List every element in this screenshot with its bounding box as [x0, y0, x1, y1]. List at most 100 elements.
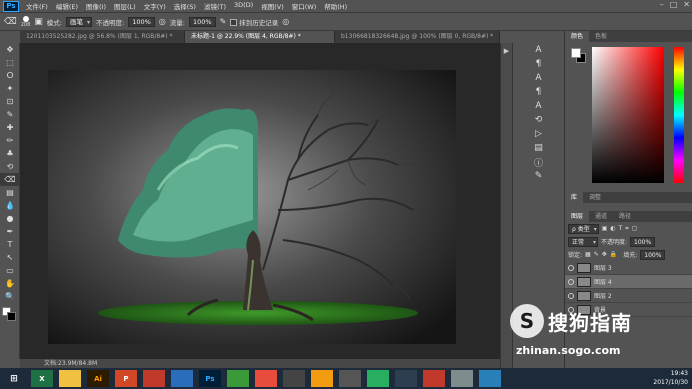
- layer-row[interactable]: 图层 2: [565, 289, 692, 303]
- taskbar-app-icon[interactable]: [283, 370, 305, 387]
- history-brush-tool-icon[interactable]: ⟲: [0, 160, 20, 173]
- paragraph-panel-icon[interactable]: ¶: [513, 57, 564, 71]
- path-select-tool-icon[interactable]: ↖: [0, 251, 20, 264]
- opacity-input[interactable]: 100%: [128, 16, 155, 27]
- start-button[interactable]: ⊞: [3, 370, 25, 387]
- tab-paths[interactable]: 路径: [613, 211, 637, 222]
- menu-item-2[interactable]: 图像(I): [82, 1, 110, 11]
- brush-panel-icon[interactable]: ▣: [34, 17, 43, 27]
- paragraph-style-icon[interactable]: ¶: [513, 85, 564, 99]
- character-style-icon[interactable]: A: [513, 71, 564, 85]
- clock[interactable]: 19:43 2017/10/30: [653, 369, 688, 387]
- color-picker-field[interactable]: [592, 47, 664, 183]
- taskbar-app-icon[interactable]: [227, 370, 249, 387]
- tab-adjustments[interactable]: 调整: [583, 192, 607, 203]
- taskbar-app-icon[interactable]: [339, 370, 361, 387]
- layer-row[interactable]: 图层 3: [565, 261, 692, 275]
- history-panel-icon[interactable]: ⟲: [513, 113, 564, 127]
- pressure-size-icon[interactable]: ◎: [282, 17, 289, 26]
- taskbar-app-icon[interactable]: [395, 370, 417, 387]
- eraser-tool-icon[interactable]: ⌫: [0, 173, 20, 186]
- shape-tool-icon[interactable]: ▭: [0, 264, 20, 277]
- blur-tool-icon[interactable]: 💧: [0, 199, 20, 212]
- taskbar-app-icon[interactable]: [451, 370, 473, 387]
- taskbar-app-icon[interactable]: [479, 370, 501, 387]
- taskbar-app-icon[interactable]: [367, 370, 389, 387]
- taskbar-app-icon[interactable]: [59, 370, 81, 387]
- move-tool-icon[interactable]: ✥: [0, 43, 20, 56]
- taskbar-app-icon[interactable]: [171, 370, 193, 387]
- document-tab[interactable]: b13066818326648.jpg @ 100% (图层 0, RGB/8#…: [335, 31, 500, 43]
- character-panel-icon[interactable]: A: [513, 43, 564, 57]
- marquee-tool-icon[interactable]: ⬚: [0, 56, 20, 69]
- menu-item-8[interactable]: 视图(V): [257, 1, 288, 11]
- hand-tool-icon[interactable]: ✋: [0, 277, 20, 290]
- layer-opacity-input[interactable]: 100%: [630, 236, 656, 247]
- taskbar-app-icon[interactable]: X: [31, 370, 53, 387]
- tab-color[interactable]: 颜色: [565, 31, 590, 42]
- quick-select-tool-icon[interactable]: ✦: [0, 82, 20, 95]
- type-tool-icon[interactable]: T: [0, 238, 20, 251]
- layer-row[interactable]: 图层 4: [565, 275, 692, 289]
- properties-panel-icon[interactable]: ▤: [513, 141, 564, 155]
- eyedropper-tool-icon[interactable]: ✎: [0, 108, 20, 121]
- document-size-info[interactable]: 文档:23.9M/84.8M: [44, 360, 97, 367]
- flow-input[interactable]: 100%: [188, 16, 216, 27]
- filter-icons[interactable]: ▣◐T⌗▢: [602, 225, 641, 233]
- document-canvas[interactable]: [48, 70, 456, 344]
- lasso-tool-icon[interactable]: ⵔ: [0, 69, 20, 82]
- zoom-tool-icon[interactable]: 🔍: [0, 290, 20, 303]
- menu-item-10[interactable]: 帮助(H): [320, 1, 351, 11]
- dodge-tool-icon[interactable]: ●: [0, 212, 20, 225]
- brush-panel-icon-2[interactable]: ✎: [513, 169, 564, 183]
- taskbar-app-icon[interactable]: [255, 370, 277, 387]
- mode-dropdown[interactable]: 画笔: [66, 16, 92, 27]
- menu-item-5[interactable]: 选择(S): [170, 1, 200, 11]
- actions-panel-icon[interactable]: ▷: [513, 127, 564, 141]
- layer-kind-filter[interactable]: ρ 类型: [568, 223, 599, 234]
- menu-item-4[interactable]: 文字(Y): [140, 1, 170, 11]
- minimize-button[interactable]: –: [660, 0, 664, 9]
- color-swatches[interactable]: [0, 307, 19, 325]
- stamp-tool-icon[interactable]: ♣: [0, 147, 20, 160]
- foreground-color-swatch[interactable]: [571, 48, 581, 58]
- visibility-eye-icon[interactable]: [568, 292, 574, 299]
- tab-layers[interactable]: 图层: [565, 211, 590, 222]
- taskbar-app-icon[interactable]: Ps: [199, 370, 221, 387]
- taskbar-app-icon[interactable]: [143, 370, 165, 387]
- info-panel-icon[interactable]: ⓘ: [513, 155, 564, 169]
- tab-swatches[interactable]: 色板: [589, 31, 613, 42]
- pressure-opacity-icon[interactable]: ◎: [159, 17, 166, 26]
- taskbar-app-icon[interactable]: P: [115, 370, 137, 387]
- taskbar-app-icon[interactable]: [423, 370, 445, 387]
- menu-item-0[interactable]: 文件(F): [22, 1, 52, 11]
- close-button[interactable]: ✕: [683, 0, 690, 9]
- taskbar-app-icon[interactable]: [311, 370, 333, 387]
- tab-libraries[interactable]: 库: [565, 192, 584, 203]
- erase-history-checkbox[interactable]: 抹到历史记录: [230, 17, 278, 27]
- visibility-eye-icon[interactable]: [568, 264, 574, 271]
- brush-preset-picker[interactable]: 208: [21, 15, 30, 28]
- document-tab[interactable]: 未标题-1 @ 22.9% (图层 4, RGB/8#) *: [185, 31, 335, 43]
- blend-mode-dropdown[interactable]: 正常: [568, 236, 598, 247]
- brush-tool-icon[interactable]: ✏: [0, 134, 20, 147]
- play-icon[interactable]: ▶: [501, 47, 512, 55]
- crop-tool-icon[interactable]: ⊡: [0, 95, 20, 108]
- gradient-tool-icon[interactable]: ▤: [0, 186, 20, 199]
- eraser-icon[interactable]: ⌫: [4, 17, 17, 27]
- menu-item-6[interactable]: 滤镜(T): [200, 1, 230, 11]
- glyphs-icon[interactable]: A: [513, 99, 564, 113]
- maximize-button[interactable]: □: [670, 0, 678, 9]
- menu-item-7[interactable]: 3D(D): [230, 1, 257, 11]
- pen-tool-icon[interactable]: ✒: [0, 225, 20, 238]
- fill-input[interactable]: 100%: [640, 249, 666, 260]
- airbrush-icon[interactable]: ✎: [220, 17, 227, 26]
- menu-item-1[interactable]: 编辑(E): [52, 1, 82, 11]
- healing-tool-icon[interactable]: ✚: [0, 121, 20, 134]
- taskbar-app-icon[interactable]: Ai: [87, 370, 109, 387]
- document-tab[interactable]: 1201103525282.jpg @ 56.8% (图层 1, RGB/8#)…: [20, 31, 185, 43]
- hue-slider[interactable]: [674, 47, 684, 183]
- visibility-eye-icon[interactable]: [568, 278, 574, 285]
- menu-item-9[interactable]: 窗口(W): [288, 1, 321, 11]
- tab-channels[interactable]: 通道: [589, 211, 613, 222]
